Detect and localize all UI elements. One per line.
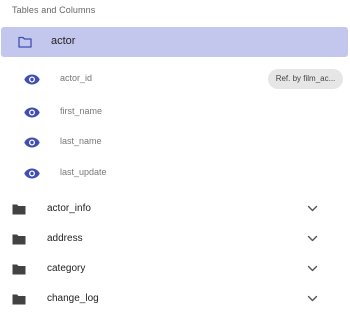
chevron-down-icon[interactable] bbox=[307, 205, 318, 213]
chevron-down-icon[interactable] bbox=[307, 295, 318, 303]
table-item-actor[interactable]: actor bbox=[1, 27, 348, 57]
column-item-first-name[interactable]: first_name bbox=[0, 98, 350, 126]
eye-icon[interactable] bbox=[24, 107, 40, 118]
chevron-down-icon[interactable] bbox=[307, 235, 318, 243]
folder-outline-icon bbox=[18, 36, 32, 48]
section-title: Tables and Columns bbox=[12, 5, 96, 15]
column-item-last-update[interactable]: last_update bbox=[0, 159, 350, 187]
table-item-label: address bbox=[47, 233, 83, 244]
table-item-address[interactable]: address bbox=[0, 225, 350, 255]
table-item-label: actor_info bbox=[47, 203, 91, 214]
eye-icon[interactable] bbox=[24, 168, 40, 179]
eye-icon[interactable] bbox=[24, 74, 40, 85]
folder-icon bbox=[12, 234, 26, 245]
folder-icon bbox=[12, 264, 26, 275]
tables-and-columns-panel: Tables and Columns actor actor_id first_… bbox=[0, 0, 350, 322]
folder-icon bbox=[12, 204, 26, 215]
table-item-actor-info[interactable]: actor_info bbox=[0, 195, 350, 225]
eye-icon[interactable] bbox=[24, 137, 40, 148]
table-item-label: category bbox=[47, 263, 86, 274]
reference-chip[interactable]: Ref. by film_ac... bbox=[268, 69, 343, 89]
table-item-category[interactable]: category bbox=[0, 255, 350, 285]
table-item-label: actor bbox=[51, 35, 76, 47]
column-label: first_name bbox=[60, 106, 103, 116]
chevron-down-icon[interactable] bbox=[307, 265, 318, 273]
column-label: actor_id bbox=[60, 73, 93, 83]
column-label: last_update bbox=[60, 167, 107, 177]
table-item-change-log[interactable]: change_log bbox=[0, 285, 350, 315]
column-label: last_name bbox=[60, 136, 102, 146]
folder-icon bbox=[12, 294, 26, 305]
column-item-last-name[interactable]: last_name bbox=[0, 128, 350, 156]
table-item-label: change_log bbox=[47, 293, 99, 304]
